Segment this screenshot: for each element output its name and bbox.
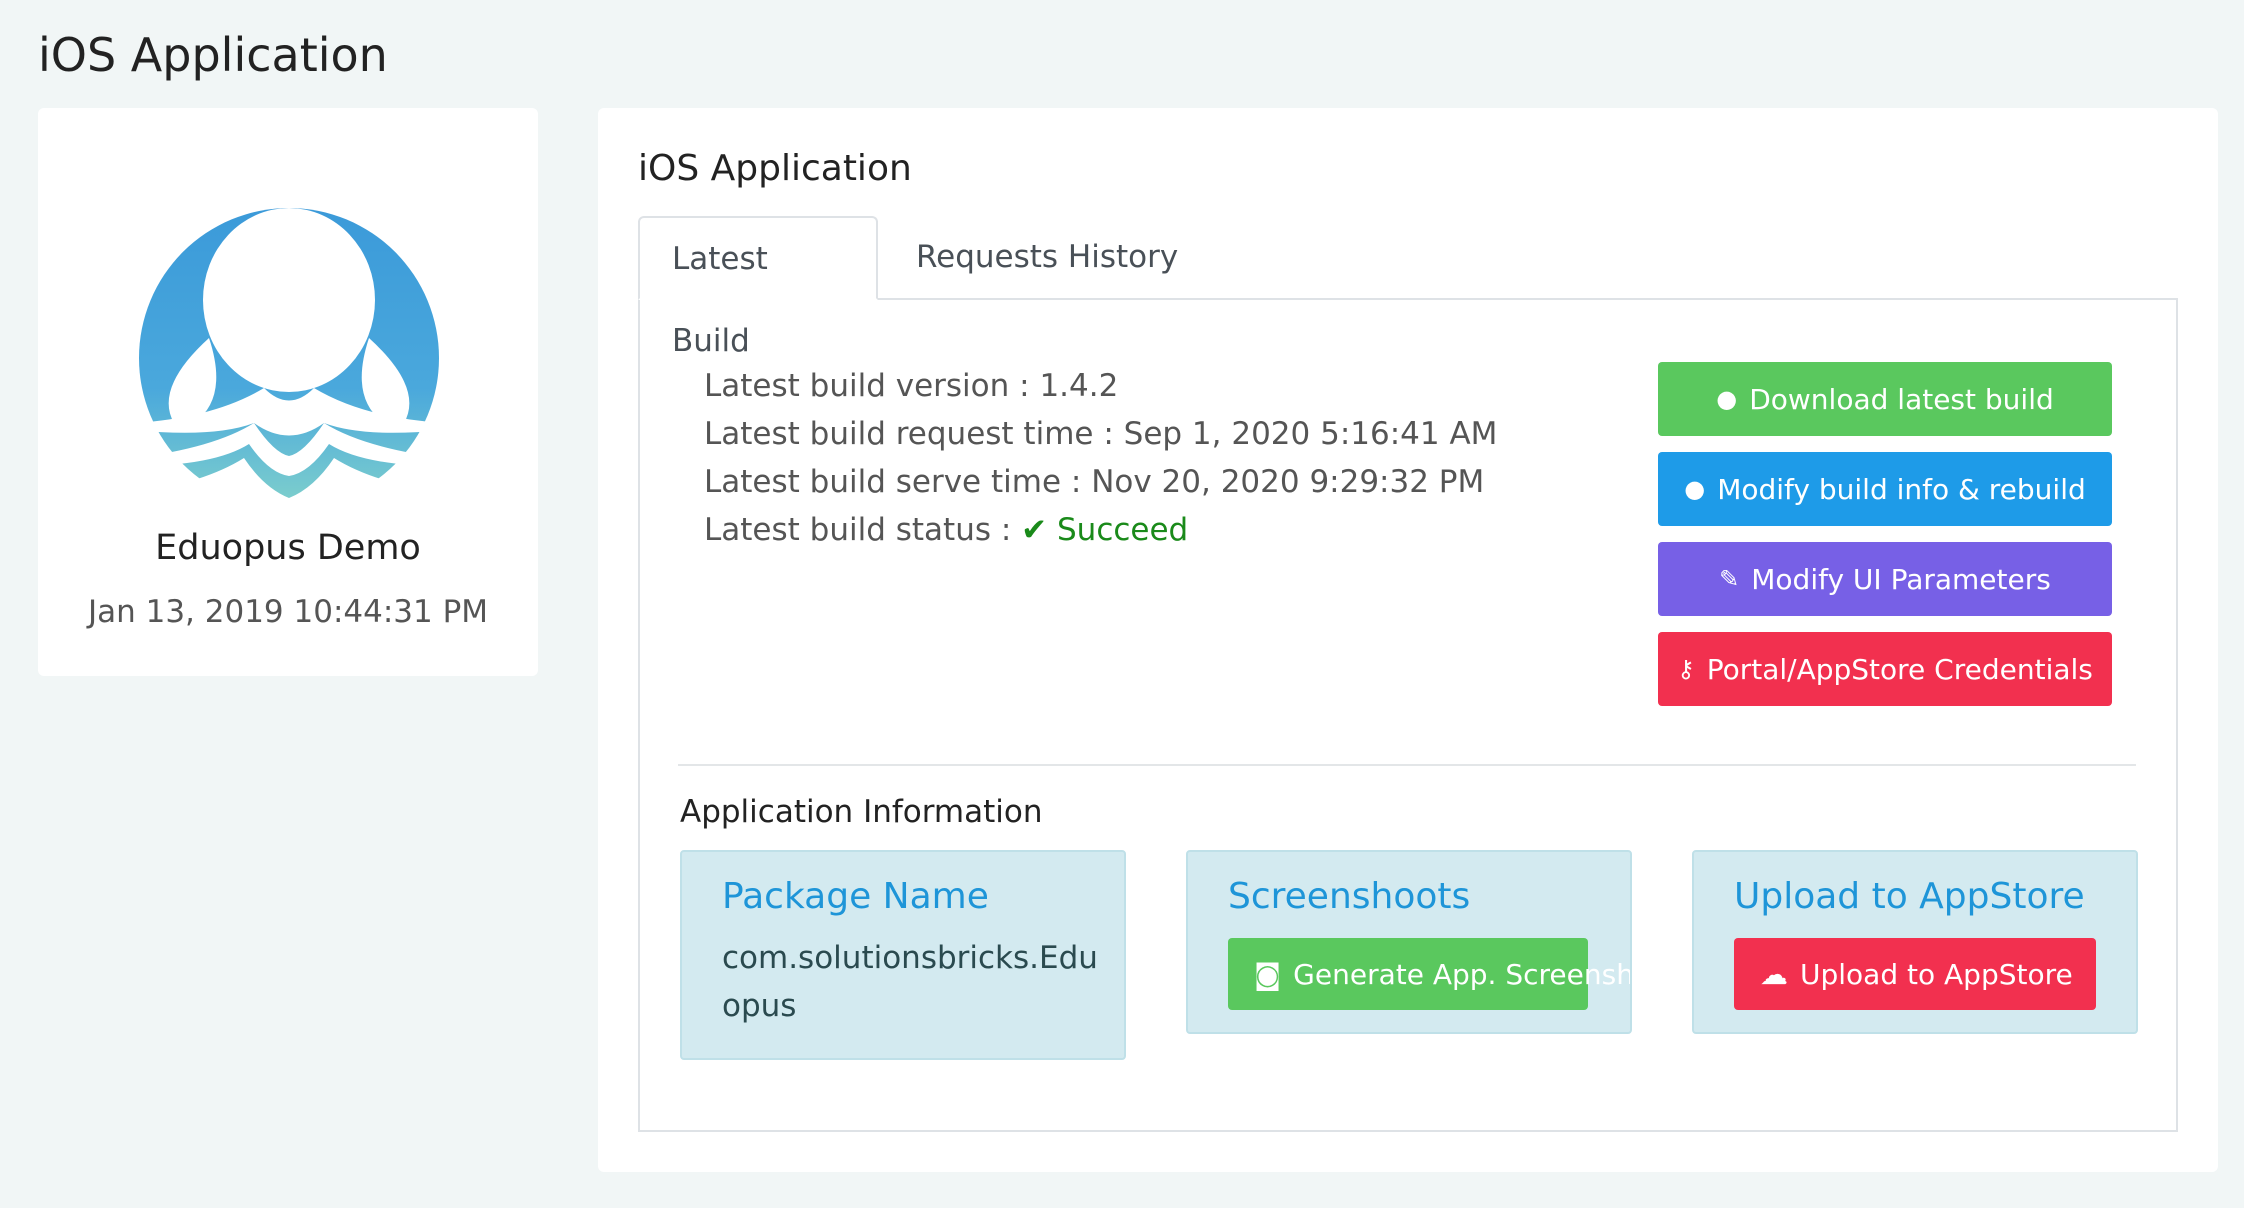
- generate-screenshot-button[interactable]: ◙ Generate App. Screenshot: [1228, 938, 1630, 1010]
- modify-build-info-button[interactable]: ● Modify build info & rebuild: [1658, 452, 2112, 526]
- download-latest-build-button[interactable]: ● Download latest build: [1658, 362, 2112, 436]
- upload-appstore-button[interactable]: ☁ Upload to AppStore: [1734, 938, 2096, 1010]
- upload-appstore-label: Upload to AppStore: [1800, 957, 2073, 991]
- upload-appstore-title: Upload to AppStore: [1734, 876, 2085, 917]
- package-name-title: Package Name: [722, 876, 989, 917]
- modify-build-info-label: Modify build info & rebuild: [1717, 472, 2086, 506]
- divider: [678, 764, 2136, 766]
- app-created-date: Jan 13, 2019 10:44:31 PM: [87, 594, 489, 630]
- build-serve-time-value: Nov 20, 2020 9:29:32 PM: [1091, 464, 1485, 500]
- apple-icon: ●: [1716, 385, 1738, 413]
- build-request-time-value: Sep 1, 2020 5:16:41 AM: [1123, 416, 1498, 452]
- download-latest-build-label: Download latest build: [1749, 382, 2054, 416]
- app-logo: [134, 208, 444, 518]
- app-profile-card: Eduopus Demo Jan 13, 2019 10:44:31 PM: [38, 108, 538, 676]
- generate-screenshot-label: Generate App. Screenshot: [1293, 957, 1632, 991]
- camera-icon: ◙: [1254, 957, 1282, 991]
- ios-application-panel: iOS Application Latest Build Requests Hi…: [598, 108, 2218, 1172]
- build-status-value: Succeed: [1057, 512, 1189, 548]
- tab-latest-build[interactable]: Latest Build: [638, 216, 878, 359]
- portal-appstore-credentials-button[interactable]: ⚷ Portal/AppStore Credentials: [1658, 632, 2112, 706]
- screenshots-title: Screenshoots: [1228, 876, 1471, 917]
- screenshots-box: Screenshoots ◙ Generate App. Screenshot: [1186, 850, 1632, 1034]
- modify-ui-parameters-label: Modify UI Parameters: [1751, 562, 2051, 596]
- section-title: iOS Application: [638, 148, 912, 189]
- package-name-box: Package Name com.solutionsbricks.Eduopus: [680, 850, 1126, 1060]
- package-name-value: com.solutionsbricks.Eduopus: [722, 940, 1098, 1024]
- cloud-upload-icon: ☁: [1760, 957, 1788, 991]
- latest-build-pane: Latest build version : 1.4.2 Latest buil…: [638, 298, 2178, 1132]
- build-request-time-line: Latest build request time : Sep 1, 2020 …: [704, 416, 1497, 452]
- build-serve-time-line: Latest build serve time : Nov 20, 2020 9…: [704, 464, 1484, 500]
- build-status-label: Latest build status :: [704, 512, 1012, 548]
- key-icon: ⚷: [1677, 655, 1695, 683]
- application-information-title: Application Information: [680, 794, 1043, 830]
- brush-icon: ✎: [1719, 565, 1740, 593]
- modify-ui-parameters-button[interactable]: ✎ Modify UI Parameters: [1658, 542, 2112, 616]
- tab-requests-history[interactable]: Requests History: [884, 216, 1210, 300]
- build-version-value: 1.4.2: [1039, 368, 1119, 404]
- portal-appstore-credentials-label: Portal/AppStore Credentials: [1706, 652, 2093, 686]
- build-version-label: Latest build version :: [704, 368, 1030, 404]
- app-name: Eduopus Demo: [155, 528, 421, 568]
- build-version-line: Latest build version : 1.4.2: [704, 368, 1118, 404]
- build-request-time-label: Latest build request time :: [704, 416, 1114, 452]
- apple-icon: ●: [1684, 475, 1706, 503]
- upload-appstore-box: Upload to AppStore ☁ Upload to AppStore: [1692, 850, 2138, 1034]
- build-status-line: Latest build status : ✔ Succeed: [704, 512, 1188, 548]
- check-icon: ✔: [1021, 512, 1048, 548]
- build-serve-time-label: Latest build serve time :: [704, 464, 1082, 500]
- page-title: iOS Application: [38, 28, 388, 82]
